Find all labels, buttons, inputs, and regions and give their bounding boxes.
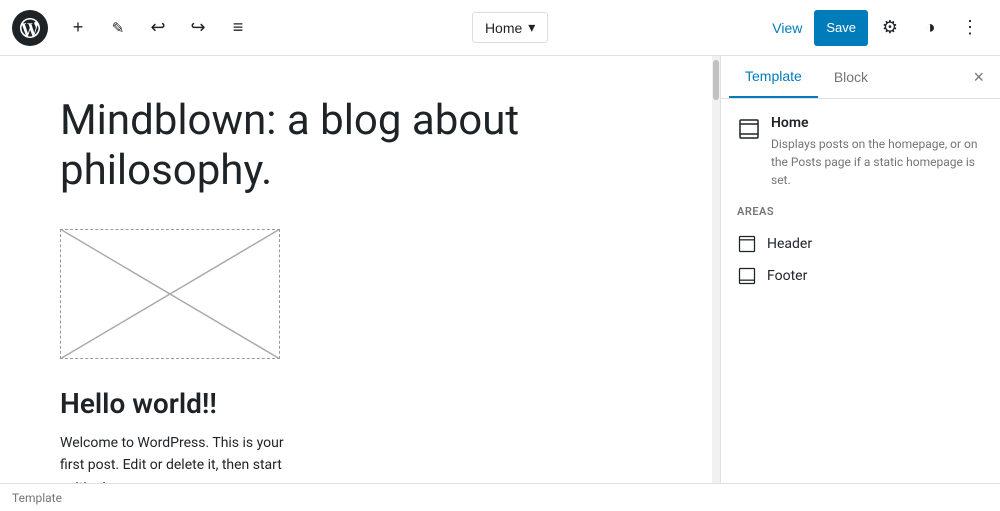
redo-button[interactable]: ↪ [180,10,216,46]
pen-button[interactable]: ✎ [100,10,136,46]
redo-icon: ↪ [190,17,205,38]
page-name: Home [485,20,522,36]
post-excerpt: Welcome to WordPress. This is your first… [60,432,300,483]
gear-icon: ⚙ [882,17,898,38]
toolbar: + ✎ ↩ ↪ ≡ Home ▾ View Save ⚙ ◑ ⋮ [0,0,1000,56]
more-options-button[interactable]: ⋮ [952,10,988,46]
scroll-thumb [713,60,719,100]
template-desc: Displays posts on the homepage, or on th… [771,135,984,189]
page-selector[interactable]: Home ▾ [472,12,548,43]
template-name: Home [771,115,984,131]
wp-logo[interactable] [12,10,48,46]
view-button[interactable]: View [764,14,810,42]
footer-area-icon [737,266,757,286]
tab-block[interactable]: Block [818,57,884,97]
areas-label: AREAS [737,205,984,218]
sidebar-tabs: Template Block × [721,56,1000,99]
main-layout: Mindblown: a blog about philosophy. Hell… [0,56,1000,483]
bottom-bar: Template [0,483,1000,511]
home-template-icon [737,117,761,141]
list-icon: ≡ [233,17,244,38]
header-area-name: Header [767,236,812,252]
tools-button[interactable]: ◑ [912,10,948,46]
circle-half-icon: ◑ [925,17,936,38]
plus-icon: + [73,17,84,38]
blog-title: Mindblown: a blog about philosophy. [60,96,652,197]
editor-area[interactable]: Mindblown: a blog about philosophy. Hell… [0,56,712,483]
image-placeholder [60,229,280,359]
settings-button[interactable]: ⚙ [872,10,908,46]
list-view-button[interactable]: ≡ [220,10,256,46]
footer-area-name: Footer [767,268,807,284]
pen-icon: ✎ [112,19,125,37]
sidebar-content: Home Displays posts on the homepage, or … [721,99,1000,483]
bottom-bar-label: Template [12,491,62,505]
undo-button[interactable]: ↩ [140,10,176,46]
header-area-icon [737,234,757,254]
undo-icon: ↩ [150,17,165,38]
post-title: Hello world!! [60,387,652,420]
toolbar-center: Home ▾ [260,12,760,43]
ellipsis-icon: ⋮ [961,17,979,38]
template-item: Home Displays posts on the homepage, or … [737,115,984,189]
dropdown-arrow-icon: ▾ [528,19,535,36]
editor-scrollbar[interactable] [712,56,720,483]
area-item-footer[interactable]: Footer [737,260,984,292]
tab-template[interactable]: Template [729,56,818,98]
sidebar: Template Block × Home Displays posts on … [720,56,1000,483]
close-sidebar-button[interactable]: × [965,59,992,96]
toolbar-right: View Save ⚙ ◑ ⋮ [764,10,988,46]
add-block-button[interactable]: + [60,10,96,46]
area-item-header[interactable]: Header [737,228,984,260]
template-info: Home Displays posts on the homepage, or … [771,115,984,189]
save-button[interactable]: Save [814,10,868,46]
